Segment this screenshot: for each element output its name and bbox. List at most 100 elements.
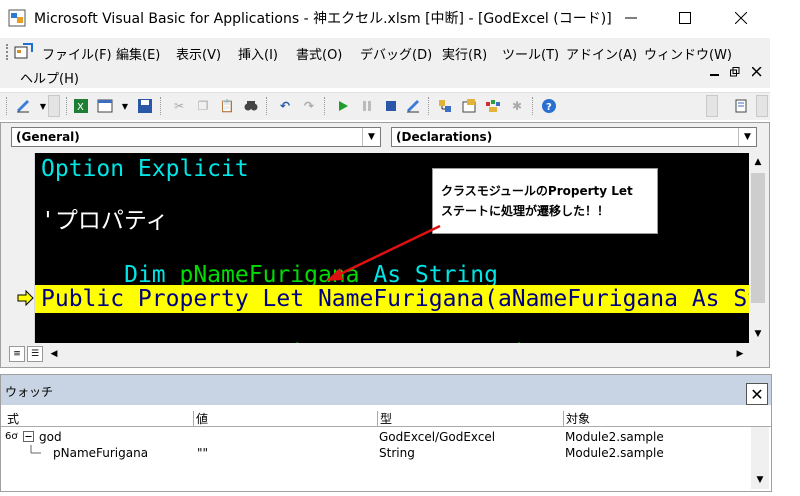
code-line-current-execution: Public Property Let NameFurigana(aNameFu… bbox=[35, 285, 749, 313]
menu-run[interactable]: 実行(R) bbox=[442, 44, 487, 63]
project-explorer-icon[interactable] bbox=[436, 97, 454, 115]
paste-icon[interactable]: 📋 bbox=[218, 97, 236, 115]
code-horizontal-scrollbar[interactable]: ≡ ☰ ◀ ▶ bbox=[7, 345, 767, 363]
close-button[interactable] bbox=[718, 0, 764, 36]
toolbar-separator bbox=[266, 97, 267, 115]
code-identifier: pNameFurigana bbox=[124, 340, 359, 343]
mdi-restore-button[interactable] bbox=[730, 66, 740, 80]
watch-close-button[interactable]: ✕ bbox=[746, 383, 768, 405]
scroll-left-icon[interactable]: ◀ bbox=[45, 345, 63, 363]
dropdown-arrow-icon[interactable]: ▼ bbox=[116, 97, 134, 115]
menu-debug[interactable]: デバッグ(D) bbox=[360, 44, 432, 63]
chevron-down-icon[interactable]: ▼ bbox=[738, 128, 756, 146]
collapse-toggle-icon[interactable] bbox=[23, 429, 34, 446]
current-line-arrow-icon bbox=[17, 289, 34, 307]
cut-icon[interactable]: ✂ bbox=[170, 97, 188, 115]
menu-help[interactable]: ヘルプ(H) bbox=[20, 68, 79, 87]
scroll-right-icon[interactable]: ▶ bbox=[731, 345, 749, 363]
find-icon[interactable] bbox=[242, 97, 260, 115]
code-identifier: aNameFurigana bbox=[401, 340, 581, 343]
save-icon[interactable] bbox=[136, 97, 154, 115]
watch-row[interactable]: pNameFurigana "" String Module2.sample bbox=[1, 445, 771, 461]
close-icon bbox=[735, 12, 747, 24]
annotation-callout: クラスモジュールのProperty Let ステートに処理が遷移した！！ bbox=[432, 168, 658, 234]
watch-title-bar: ウォッチ bbox=[1, 375, 771, 405]
toolbar-overflow-handle[interactable] bbox=[706, 95, 718, 117]
toolbar-separator bbox=[428, 97, 429, 115]
window-title: Microsoft Visual Basic for Applications … bbox=[34, 11, 612, 27]
tree-branch-icon bbox=[29, 445, 45, 463]
insert-userform-icon[interactable] bbox=[96, 97, 114, 115]
svg-text:?: ? bbox=[546, 102, 552, 113]
watch-context: Module2.sample bbox=[565, 430, 664, 444]
excel-view-icon[interactable] bbox=[14, 42, 34, 60]
procedure-combo[interactable]: (Declarations) ▼ bbox=[391, 127, 757, 147]
menu-format[interactable]: 書式(O) bbox=[296, 44, 342, 63]
watch-expression: god bbox=[39, 430, 62, 444]
chevron-down-icon[interactable]: ▼ bbox=[362, 128, 380, 146]
code-margin-indicator-bar[interactable] bbox=[7, 153, 35, 343]
maximize-icon bbox=[679, 12, 691, 24]
watch-vertical-scrollbar[interactable]: ▼ bbox=[751, 427, 769, 489]
mdi-close-button[interactable] bbox=[751, 66, 762, 80]
title-bar: Microsoft Visual Basic for Applications … bbox=[0, 0, 770, 36]
minimize-button[interactable] bbox=[608, 0, 654, 36]
watch-context: Module2.sample bbox=[565, 446, 664, 460]
run-icon[interactable] bbox=[334, 97, 352, 115]
column-header-expression[interactable]: 式 bbox=[5, 411, 19, 427]
column-header-type[interactable]: 型 bbox=[377, 411, 392, 427]
menu-view[interactable]: 表示(V) bbox=[176, 44, 221, 63]
code-window: (General) ▼ (Declarations) ▼ Option Expl… bbox=[0, 122, 770, 368]
redo-icon[interactable]: ↷ bbox=[300, 97, 318, 115]
object-browser-icon[interactable] bbox=[484, 97, 502, 115]
toolbox-icon[interactable]: ✱ bbox=[508, 97, 526, 115]
scroll-down-icon[interactable]: ▼ bbox=[751, 471, 769, 489]
close-icon bbox=[751, 66, 762, 77]
design-mode-icon[interactable] bbox=[404, 97, 422, 115]
maximize-button[interactable] bbox=[662, 0, 708, 36]
excel-icon[interactable]: X bbox=[72, 97, 90, 115]
menu-addins[interactable]: アドイン(A) bbox=[566, 44, 637, 63]
toolbar-overflow-handle[interactable] bbox=[48, 95, 60, 117]
properties-window-icon[interactable] bbox=[460, 97, 478, 115]
object-combo[interactable]: (General) ▼ bbox=[11, 127, 381, 147]
menu-grip[interactable] bbox=[6, 44, 9, 60]
design-mode-icon[interactable] bbox=[14, 97, 32, 115]
undo-icon[interactable]: ↶ bbox=[276, 97, 294, 115]
break-icon[interactable] bbox=[358, 97, 376, 115]
scroll-up-icon[interactable]: ▲ bbox=[749, 153, 767, 171]
copy-icon[interactable]: ❐ bbox=[194, 97, 212, 115]
watch-row[interactable]: 6ơ god GodExcel/GodExcel Module2.sample bbox=[1, 429, 771, 445]
procedure-combo-value: (Declarations) bbox=[396, 130, 493, 144]
menu-insert[interactable]: 挿入(I) bbox=[238, 44, 278, 63]
menu-bar: ファイル(F) 編集(E) 表示(V) 挿入(I) 書式(O) デバッグ(D) … bbox=[0, 38, 770, 88]
watch-column-header: 式 値 型 対象 bbox=[1, 411, 771, 427]
procedure-view-icon[interactable]: ≡ bbox=[9, 346, 25, 362]
edit-toolbar-icon[interactable] bbox=[734, 97, 752, 115]
mdi-minimize-button[interactable] bbox=[710, 66, 720, 80]
code-vertical-scrollbar[interactable]: ▲ ▼ bbox=[749, 153, 767, 343]
menu-tools[interactable]: ツール(T) bbox=[502, 44, 559, 63]
toolbar-grip[interactable] bbox=[6, 97, 7, 115]
watch-expression-icon: 6ơ bbox=[5, 431, 18, 442]
watch-title: ウォッチ bbox=[5, 385, 54, 399]
restore-icon bbox=[730, 67, 740, 77]
watch-window: ウォッチ ✕ 式 値 型 対象 6ơ god GodExcel/GodExcel… bbox=[0, 374, 772, 492]
scroll-thumb[interactable] bbox=[751, 173, 765, 303]
column-header-value[interactable]: 値 bbox=[193, 411, 208, 427]
minimize-icon bbox=[710, 74, 719, 76]
menu-file[interactable]: ファイル(F) bbox=[42, 44, 112, 63]
callout-line-2: ステートに処理が遷移した！！ bbox=[441, 204, 610, 218]
full-module-view-icon[interactable]: ☰ bbox=[27, 346, 43, 362]
reset-icon[interactable] bbox=[382, 97, 400, 115]
close-icon: ✕ bbox=[750, 384, 764, 404]
scroll-down-icon[interactable]: ▼ bbox=[749, 325, 767, 343]
code-line-assignment: pNameFurigana = aNameFurigana bbox=[41, 311, 581, 343]
toolbar-overflow-handle[interactable] bbox=[756, 95, 768, 117]
help-icon[interactable]: ? bbox=[540, 97, 558, 115]
menu-edit[interactable]: 編集(E) bbox=[116, 44, 160, 63]
column-header-context[interactable]: 対象 bbox=[563, 411, 590, 427]
code-line-comment: 'プロパティ bbox=[41, 208, 169, 234]
menu-window[interactable]: ウィンドウ(W) bbox=[644, 44, 732, 63]
svg-text:X: X bbox=[77, 102, 84, 113]
